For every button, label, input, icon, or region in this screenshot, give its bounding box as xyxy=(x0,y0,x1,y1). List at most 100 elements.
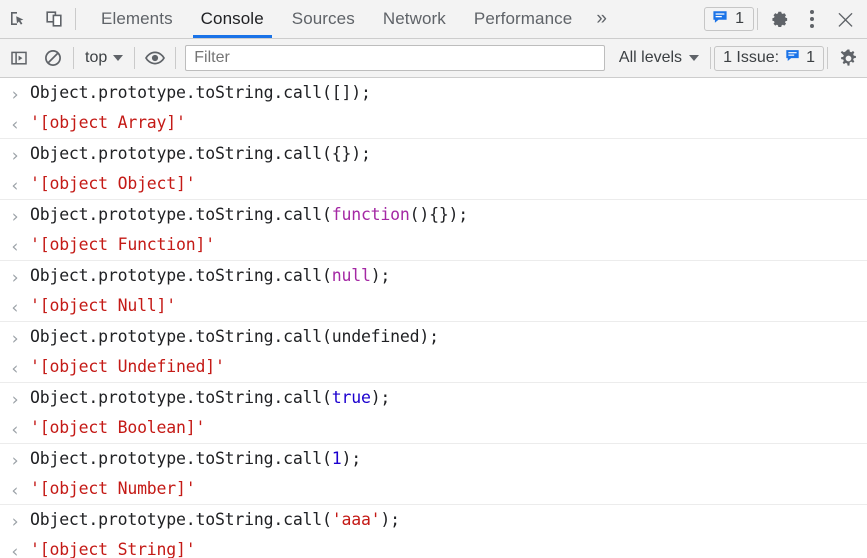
log-level-selector[interactable]: All levels xyxy=(611,49,707,67)
tab-sources[interactable]: Sources xyxy=(278,0,369,38)
tabbar-divider xyxy=(75,8,76,30)
code-token-plain: Object.prototype.toString.call( xyxy=(30,205,332,224)
code-token-number: true xyxy=(331,388,371,407)
panel-tabs: Elements Console Sources Network Perform… xyxy=(87,0,617,38)
code-token-plain: ); xyxy=(341,449,361,468)
console-input-row[interactable]: › Object.prototype.toString.call(true); xyxy=(0,383,867,413)
issues-badge[interactable]: 1 Issue: 1 xyxy=(714,45,824,71)
console-input-marker-icon: › xyxy=(9,329,21,349)
clear-console-icon[interactable] xyxy=(36,43,70,73)
console-output-row[interactable]: ‹ '[object Function]' xyxy=(0,230,867,260)
log-level-label: All levels xyxy=(618,49,683,66)
console-input-expression: Object.prototype.toString.call(undefined… xyxy=(30,325,447,349)
console-input-row[interactable]: › Object.prototype.toString.call(1); xyxy=(0,444,867,474)
console-output-value: '[object Function]' xyxy=(30,235,215,254)
console-output-marker-icon: ‹ xyxy=(9,481,21,501)
console-input-marker-icon: › xyxy=(9,390,21,410)
console-output-value: '[object Boolean]' xyxy=(30,418,206,437)
inspect-cursor-icon[interactable] xyxy=(0,0,36,38)
tab-console[interactable]: Console xyxy=(187,0,278,38)
code-token-plain: ); xyxy=(370,388,391,407)
console-input-expression: Object.prototype.toString.call('aaa'); xyxy=(30,508,408,532)
console-group: › Object.prototype.toString.call({}); ‹ '[o… xyxy=(0,139,867,200)
console-group: › Object.prototype.toString.call(function… xyxy=(0,200,867,261)
console-output-marker-icon: ‹ xyxy=(9,115,21,135)
console-output-row[interactable]: ‹ '[object Number]' xyxy=(0,474,867,504)
close-icon[interactable] xyxy=(827,10,863,29)
issues-label: 1 Issue: xyxy=(723,49,780,66)
device-toolbar-icon[interactable] xyxy=(36,0,72,38)
message-bubble-icon xyxy=(785,48,800,68)
code-token-string: 'aaa' xyxy=(331,510,381,529)
console-input-row[interactable]: › Object.prototype.toString.call(undefine… xyxy=(0,322,867,352)
devtools-tabbar: Elements Console Sources Network Perform… xyxy=(0,0,867,39)
live-expression-eye-icon[interactable] xyxy=(138,43,172,73)
code-token-keyword: null xyxy=(331,266,371,285)
execution-context-selector[interactable]: top xyxy=(77,49,131,67)
console-group: › Object.prototype.toString.call(true); ‹ '… xyxy=(0,383,867,444)
message-count-label: 1 xyxy=(735,10,744,27)
console-output-row[interactable]: ‹ '[object Object]' xyxy=(0,169,867,199)
devtools-window: Elements Console Sources Network Perform… xyxy=(0,0,867,558)
console-output-marker-icon: ‹ xyxy=(9,298,21,318)
console-group: › Object.prototype.toString.call([]); ‹ '[o… xyxy=(0,78,867,139)
code-token-keyword: function xyxy=(331,205,410,224)
console-group: › Object.prototype.toString.call(1); ‹ '[ob… xyxy=(0,444,867,505)
code-token-plain: Object.prototype.toString.call({}); xyxy=(30,144,371,163)
console-output-row[interactable]: ‹ '[object Boolean]' xyxy=(0,413,867,443)
tab-elements[interactable]: Elements xyxy=(87,0,187,38)
console-output-row[interactable]: ‹ '[object Array]' xyxy=(0,108,867,138)
console-toolbar-divider-3 xyxy=(175,47,177,69)
console-output-value: '[object Undefined]' xyxy=(30,357,225,376)
more-tabs-button[interactable]: » xyxy=(586,0,617,38)
console-input-marker-icon: › xyxy=(9,268,21,288)
code-token-plain: Object.prototype.toString.call( xyxy=(30,510,332,529)
console-input-expression: Object.prototype.toString.call(function(… xyxy=(30,203,476,227)
filter-input[interactable] xyxy=(185,45,605,71)
console-input-row[interactable]: › Object.prototype.toString.call(null); xyxy=(0,261,867,291)
code-token-plain: Object.prototype.toString.call( xyxy=(30,449,332,468)
console-input-expression: Object.prototype.toString.call(1); xyxy=(30,447,369,471)
message-bubble-icon xyxy=(712,9,728,30)
console-group: › Object.prototype.toString.call('aaa'); ‹… xyxy=(0,505,867,558)
code-token-plain: (){}); xyxy=(409,205,469,224)
execution-context-label: top xyxy=(85,49,108,66)
console-sidebar-icon[interactable] xyxy=(2,43,36,73)
kebab-menu-icon[interactable] xyxy=(797,10,827,28)
console-output-row[interactable]: ‹ '[object String]' xyxy=(0,535,867,558)
console-output-marker-icon: ‹ xyxy=(9,359,21,379)
gear-icon[interactable] xyxy=(761,9,797,30)
message-count-badge[interactable]: 1 xyxy=(704,7,754,31)
console-output-value: '[object Object]' xyxy=(30,174,196,193)
console-input-row[interactable]: › Object.prototype.toString.call([]); xyxy=(0,78,867,108)
issues-count-label: 1 xyxy=(806,49,815,66)
code-token-plain: Object.prototype.toString.call( xyxy=(30,266,332,285)
gear-icon[interactable] xyxy=(831,43,865,73)
console-input-marker-icon: › xyxy=(9,146,21,166)
console-message-list[interactable]: › Object.prototype.toString.call([]); ‹ '[o… xyxy=(0,78,867,558)
console-output-marker-icon: ‹ xyxy=(9,542,21,558)
console-input-expression: Object.prototype.toString.call(null); xyxy=(30,264,398,288)
console-group: › Object.prototype.toString.call(null); ‹ '… xyxy=(0,261,867,322)
console-input-row[interactable]: › Object.prototype.toString.call({}); xyxy=(0,139,867,169)
console-output-marker-icon: ‹ xyxy=(9,237,21,257)
console-input-marker-icon: › xyxy=(9,85,21,105)
console-input-row[interactable]: › Object.prototype.toString.call(function… xyxy=(0,200,867,230)
console-input-marker-icon: › xyxy=(9,207,21,227)
code-token-plain: ); xyxy=(370,266,391,285)
console-output-row[interactable]: ‹ '[object Null]' xyxy=(0,291,867,321)
code-token-plain: Object.prototype.toString.call( xyxy=(30,388,332,407)
console-toolbar-divider-5 xyxy=(827,47,828,69)
console-toolbar: top All levels 1 Issue: xyxy=(0,39,867,78)
console-group: › Object.prototype.toString.call(undefine… xyxy=(0,322,867,383)
code-token-plain: Object.prototype.toString.call([]); xyxy=(30,83,371,102)
console-output-value: '[object Number]' xyxy=(30,479,196,498)
console-input-row[interactable]: › Object.prototype.toString.call('aaa'); xyxy=(0,505,867,535)
console-output-marker-icon: ‹ xyxy=(9,420,21,440)
console-output-value: '[object String]' xyxy=(30,540,196,558)
tab-performance[interactable]: Performance xyxy=(460,0,586,38)
code-token-plain: ); xyxy=(380,510,400,529)
console-output-row[interactable]: ‹ '[object Undefined]' xyxy=(0,352,867,382)
console-toolbar-divider-4 xyxy=(710,47,712,69)
tab-network[interactable]: Network xyxy=(369,0,460,38)
